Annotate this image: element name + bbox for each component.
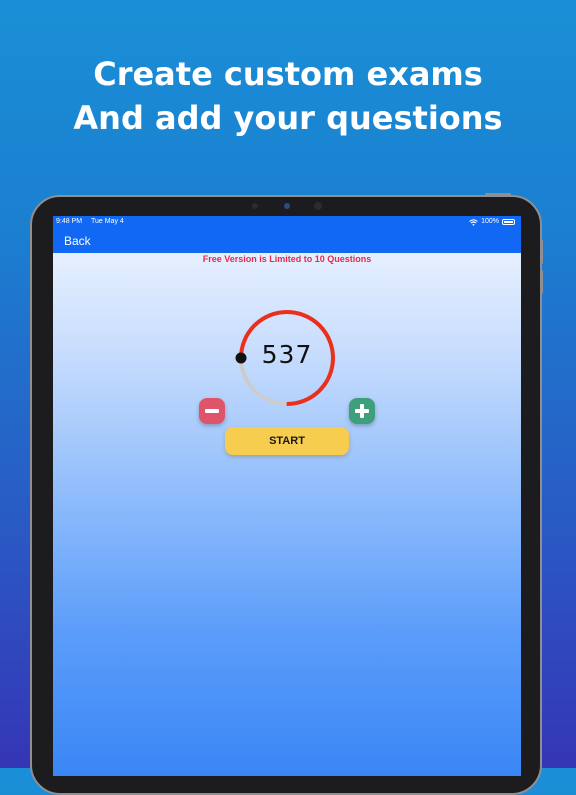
increase-button[interactable]: [349, 398, 375, 424]
minus-icon: [205, 409, 219, 413]
wifi-icon: [469, 218, 478, 226]
decrease-button[interactable]: [199, 398, 225, 424]
status-date: Tue May 4: [91, 218, 124, 225]
tablet-top-button: [485, 193, 511, 196]
question-count-value: 537: [261, 340, 313, 369]
free-version-notice: Free Version is Limited to 10 Questions: [202, 254, 372, 264]
tablet-volume-up-button: [540, 240, 543, 264]
status-bar: 9:48 PM Tue May 4 100%: [53, 216, 521, 228]
headline-line-1: Create custom exams: [93, 55, 483, 93]
status-indicators: 100%: [469, 216, 515, 228]
back-button[interactable]: Back: [64, 234, 91, 248]
tablet-volume-down-button: [540, 270, 543, 294]
promo-headline: Create custom exams And add your questio…: [0, 52, 576, 140]
app-screen: 9:48 PM Tue May 4 100% Back Free Version…: [53, 216, 521, 776]
start-button[interactable]: START: [225, 427, 349, 455]
sensor-icon: [314, 202, 322, 210]
sensor-icon: [252, 203, 258, 209]
battery-percentage: 100%: [481, 218, 499, 225]
status-time: 9:48 PM: [56, 218, 83, 225]
battery-icon: [502, 219, 515, 225]
headline-line-2: And add your questions: [73, 99, 503, 137]
navigation-bar: Back: [53, 228, 521, 253]
front-camera-icon: [284, 203, 290, 209]
